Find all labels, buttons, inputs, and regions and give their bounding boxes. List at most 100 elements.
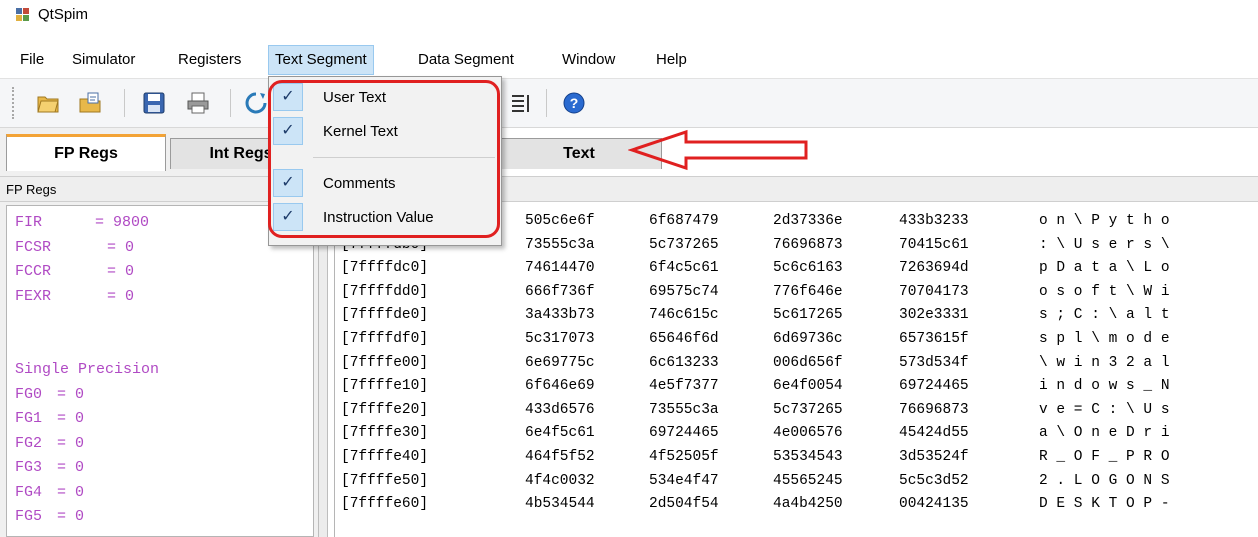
- memory-address: [7ffffe20]: [341, 401, 429, 418]
- memory-word: 53534543: [773, 449, 843, 465]
- memory-word: 76696873: [773, 236, 843, 253]
- menu-text-segment[interactable]: Text Segment: [268, 45, 374, 75]
- fp-register-row: FG2 = 0: [15, 434, 84, 452]
- memory-word: 4e5f7377: [649, 378, 719, 395]
- menu-file[interactable]: File: [14, 46, 50, 74]
- memory-word: 6f687479: [649, 213, 719, 229]
- memory-word: 666f736f: [525, 283, 595, 300]
- memory-word: 2d37336e: [773, 213, 843, 229]
- memory-word: 76696873: [899, 401, 969, 418]
- memory-word: 3a433b73: [525, 307, 595, 324]
- reload-file-icon[interactable]: [78, 91, 102, 115]
- memory-word: 5c737265: [773, 401, 843, 418]
- memory-address: [7ffffdd0]: [341, 283, 429, 300]
- menu-data-segment[interactable]: Data Segment: [412, 46, 520, 74]
- menu-help[interactable]: Help: [650, 46, 693, 74]
- fp-registers-list: FIR = 9800 FCSR = 0 FCCR = 0 FEXR = 0 Single Pre…: [6, 205, 314, 537]
- memory-word: 73555c3a: [525, 236, 595, 253]
- memory-word: 5c617265: [773, 307, 843, 324]
- ascii-text: 2 . L O G O N S: [1039, 472, 1170, 489]
- memory-address: [7ffffe30]: [341, 425, 429, 442]
- fp-register-row: FG1 = 0: [15, 410, 84, 427]
- register-name: FCCR: [15, 263, 52, 280]
- register-value: = 0: [57, 410, 85, 427]
- memory-address: [7ffffe60]: [341, 496, 429, 513]
- register-name: FG3: [15, 459, 43, 476]
- register-name: FG0: [15, 385, 43, 403]
- register-name: FG5: [15, 508, 43, 525]
- menu-simulator[interactable]: Simulator: [66, 46, 141, 74]
- memory-word: 2d504f54: [649, 496, 719, 513]
- red-arrow-annotation: [628, 129, 808, 171]
- memory-word: 6f646e69: [525, 378, 595, 395]
- register-value: = 0: [107, 238, 135, 256]
- open-file-icon[interactable]: [36, 91, 60, 115]
- register-name: Single Precision: [15, 361, 160, 378]
- fp-register-row: FG3 = 0: [15, 459, 84, 476]
- fp-register-row: FCSR = 0: [15, 239, 134, 256]
- fp-register-row: FIR = 9800: [15, 214, 149, 231]
- toolbar-grip[interactable]: [12, 87, 17, 119]
- register-name: FG4: [15, 483, 43, 501]
- qtspim-app-icon: [16, 8, 29, 21]
- list-view-icon[interactable]: [510, 91, 534, 115]
- svg-text:?: ?: [570, 95, 579, 111]
- register-name: FG1: [15, 410, 43, 427]
- memory-word: 6e69775c: [525, 354, 595, 371]
- register-name: FIR: [15, 214, 43, 231]
- memory-address: [7ffffde0]: [341, 307, 429, 324]
- memory-word: 6f4c5c61: [649, 260, 719, 277]
- run-refresh-icon[interactable]: [244, 91, 268, 115]
- memory-word: 45424d55: [899, 425, 969, 442]
- memory-word: 6c613233: [649, 354, 719, 371]
- ascii-text: s ; C : \ a l t: [1039, 307, 1170, 324]
- save-icon[interactable]: [142, 91, 166, 115]
- memory-word: 70415c61: [899, 236, 969, 253]
- toolbar-separator: [230, 89, 231, 117]
- memory-word: 7263694d: [899, 260, 969, 277]
- memory-word: 302e3331: [899, 307, 969, 324]
- memory-word: 776f646e: [773, 283, 843, 300]
- menu-registers[interactable]: Registers: [172, 46, 247, 74]
- memory-word: 5c317073: [525, 331, 595, 347]
- memory-address: [7ffffe40]: [341, 449, 429, 465]
- register-value: = 0: [57, 385, 85, 403]
- ascii-text: o s o f t \ W i: [1039, 283, 1170, 300]
- memory-word: 6e4f5c61: [525, 425, 595, 442]
- fp-register-row: FG5 = 0: [15, 508, 84, 525]
- memory-word: 006d656f: [773, 354, 843, 371]
- memory-word: 3d53524f: [899, 449, 969, 465]
- print-icon[interactable]: [186, 91, 210, 115]
- register-value: = 0: [57, 434, 85, 452]
- fp-register-row: FG4 = 0: [15, 483, 84, 501]
- title-bar: QtSpim: [0, 0, 1258, 40]
- register-value: = 0: [57, 508, 85, 525]
- memory-address: [7ffffe00]: [341, 354, 429, 371]
- ascii-text: D E S K T O P -: [1039, 496, 1170, 513]
- register-value: = 0: [57, 483, 85, 501]
- help-icon[interactable]: ?: [562, 91, 586, 115]
- memory-word: 5c737265: [649, 236, 719, 253]
- memory-word: 70704173: [899, 283, 969, 300]
- ascii-text: \ w i n 3 2 a l: [1039, 354, 1170, 371]
- fp-register-row: FG0 = 0: [15, 385, 84, 403]
- register-name: FG2: [15, 434, 43, 452]
- tab-fp-regs[interactable]: FP Regs: [6, 134, 166, 171]
- memory-address: [7ffffdc0]: [341, 260, 429, 277]
- register-value: = 0: [107, 263, 135, 280]
- red-highlight-annotation: [268, 80, 500, 238]
- fp-register-row: FCCR = 0: [15, 263, 134, 280]
- memory-word: 4f4c0032: [525, 472, 595, 489]
- memory-word: 4f52505f: [649, 449, 719, 465]
- ascii-text: v e = C : \ U s: [1039, 401, 1170, 418]
- memory-address: [7ffffdf0]: [341, 331, 429, 347]
- register-name: FEXR: [15, 287, 52, 305]
- data-segment-view: 505c6e6f 6f687479 2d37336e 433b3233 o n \ P …: [334, 205, 1258, 537]
- register-value: = 0: [57, 459, 85, 476]
- memory-word: 573d534f: [899, 354, 969, 371]
- memory-word: 433d6576: [525, 401, 595, 418]
- menu-window[interactable]: Window: [556, 46, 621, 74]
- memory-word: 69575c74: [649, 283, 719, 300]
- window-title: QtSpim: [38, 6, 89, 23]
- memory-word: 45565245: [773, 472, 843, 489]
